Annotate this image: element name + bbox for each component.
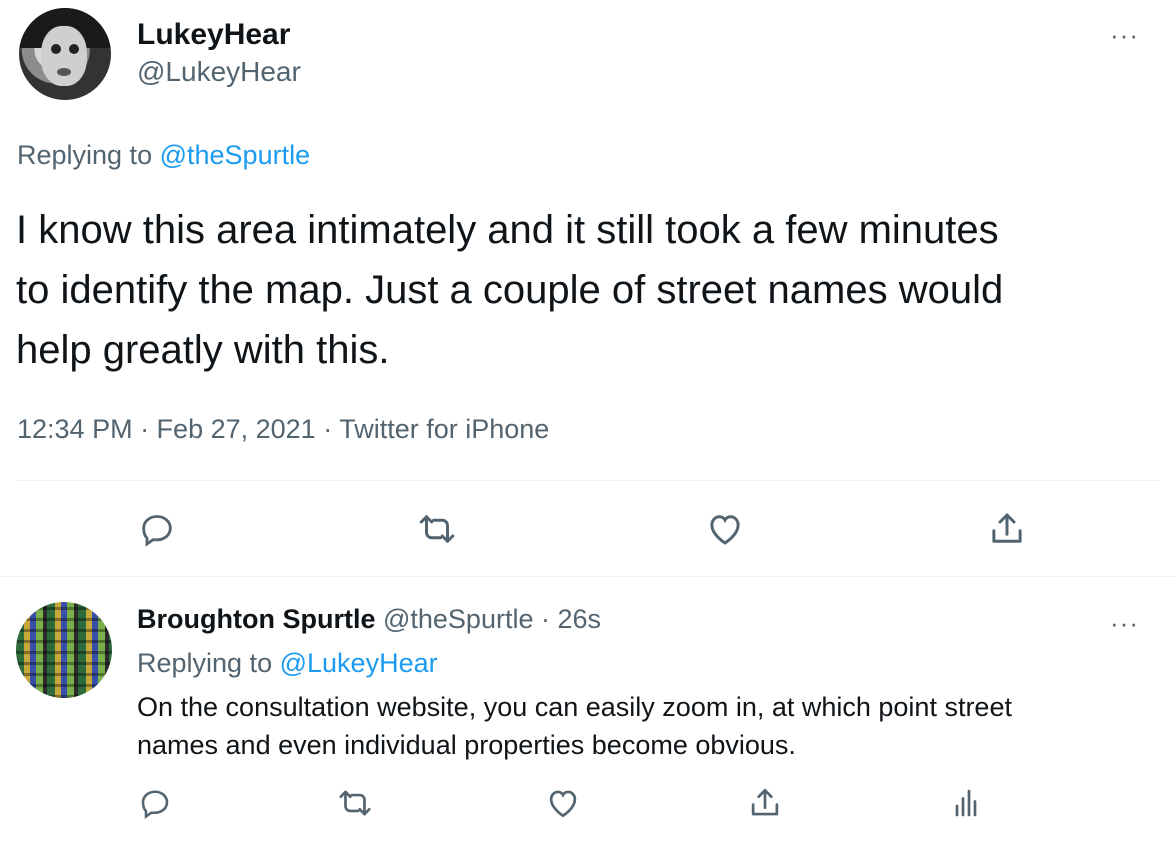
reply-reply-button[interactable] — [132, 780, 178, 826]
reply-author-display-name[interactable]: Broughton Spurtle — [137, 604, 375, 634]
heart-icon — [544, 784, 582, 822]
replying-to-line: Replying to @theSpurtle — [17, 140, 310, 171]
divider — [16, 480, 1160, 481]
tweet-timestamp[interactable]: 12:34 PM · Feb 27, 2021 · Twitter for iP… — [17, 414, 549, 445]
author-avatar[interactable] — [19, 8, 111, 100]
reply-text: On the consultation website, you can eas… — [137, 688, 1167, 764]
author-handle[interactable]: @LukeyHear — [137, 56, 301, 88]
reply-share-button[interactable] — [742, 780, 788, 826]
reply-button[interactable] — [132, 504, 182, 554]
reply-like-button[interactable] — [540, 780, 586, 826]
reply-header: Broughton Spurtle @theSpurtle · 26s — [137, 604, 601, 635]
tweet-text-line: to identify the map. Just a couple of st… — [16, 268, 1004, 312]
replying-to-link[interactable]: @LukeyHear — [280, 648, 438, 678]
divider — [0, 576, 1176, 577]
reply-replying-to-line: Replying to @LukeyHear — [137, 648, 438, 679]
replying-to-link[interactable]: @theSpurtle — [160, 140, 311, 170]
author-display-name[interactable]: LukeyHear — [137, 18, 290, 52]
reply-analytics-button[interactable] — [943, 780, 989, 826]
heart-icon — [704, 508, 746, 550]
tweet-text-line: help greatly with this. — [16, 328, 390, 372]
retweet-button[interactable] — [412, 504, 462, 554]
retweet-icon — [336, 784, 374, 822]
reply-retweet-button[interactable] — [332, 780, 378, 826]
share-button[interactable] — [982, 504, 1032, 554]
reply-author-avatar[interactable] — [16, 602, 112, 698]
reply-icon — [137, 509, 177, 549]
analytics-icon — [948, 785, 984, 821]
replying-to-label: Replying to — [137, 648, 273, 678]
reply-text-line: names and even individual properties bec… — [137, 730, 796, 760]
reply-icon — [137, 785, 173, 821]
reply-more-options-icon[interactable]: ··· — [1110, 610, 1139, 636]
share-icon — [986, 508, 1028, 550]
more-options-icon[interactable]: ··· — [1110, 22, 1139, 48]
reply-text-line: On the consultation website, you can eas… — [137, 692, 1012, 722]
reply-author-handle[interactable]: @theSpurtle — [383, 604, 534, 634]
reply-time[interactable]: · 26s — [541, 604, 601, 634]
share-icon — [746, 784, 784, 822]
like-button[interactable] — [700, 504, 750, 554]
retweet-icon — [416, 508, 458, 550]
tweet-text: I know this area intimately and it still… — [16, 200, 1156, 380]
tweet-text-line: I know this area intimately and it still… — [16, 208, 999, 252]
replying-to-label: Replying to — [17, 140, 153, 170]
